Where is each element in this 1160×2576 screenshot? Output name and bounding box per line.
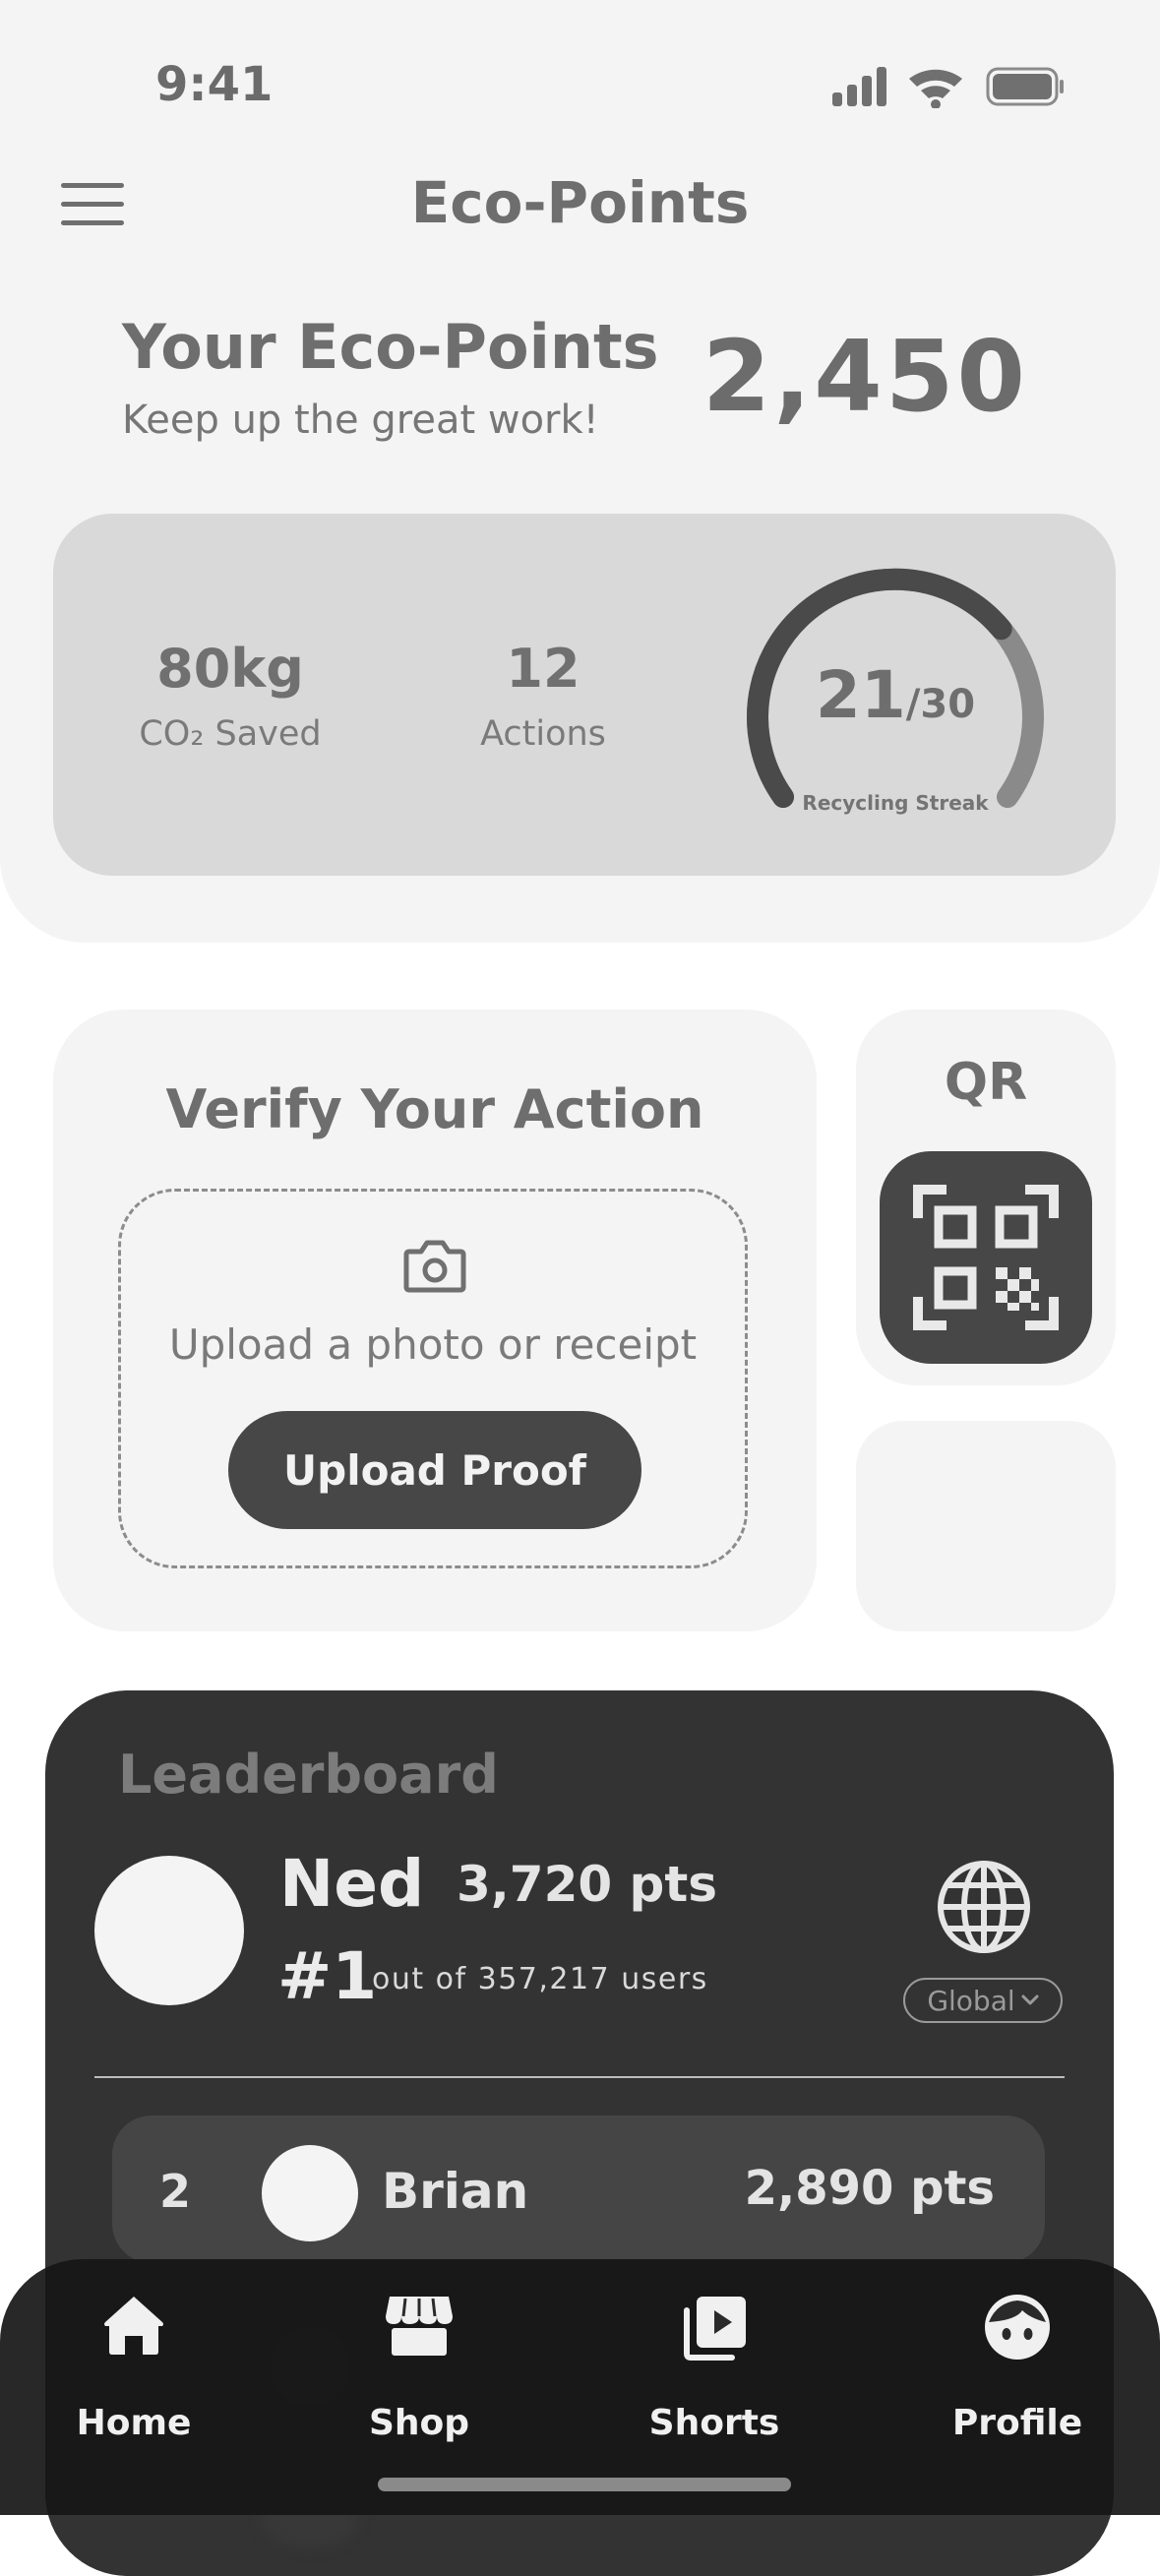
leaderboard-title: Leaderboard	[118, 1744, 499, 1806]
camera-icon	[403, 1240, 466, 1293]
tab-shop[interactable]: Shop	[321, 2293, 518, 2450]
row-points: 2,890 pts	[744, 2161, 995, 2216]
avatar	[262, 2145, 358, 2241]
battery-icon	[986, 67, 1064, 106]
qr-label: QR	[944, 1053, 1028, 1112]
status-time: 9:41	[155, 57, 274, 112]
wifi-icon	[909, 69, 962, 108]
scope-dropdown[interactable]: Global	[903, 1978, 1063, 2023]
tab-shop-label: Shop	[368, 2403, 470, 2443]
shorts-icon	[684, 2297, 746, 2361]
points-heading: Your Eco-Points	[122, 311, 659, 383]
avatar	[94, 1856, 244, 2005]
shop-icon	[386, 2297, 453, 2356]
tab-profile-label: Profile	[951, 2403, 1083, 2443]
qr-scan-button[interactable]	[880, 1151, 1092, 1364]
qr-code-icon	[913, 1185, 1059, 1330]
tab-shorts-label: Shorts	[648, 2403, 780, 2443]
chevron-down-icon	[1021, 1994, 1039, 2005]
streak-total: /30	[905, 682, 976, 727]
points-total: 2,450	[702, 319, 1028, 434]
my-name: Ned	[279, 1846, 425, 1922]
tab-shorts[interactable]: Shorts	[616, 2293, 813, 2450]
actions-label: Actions	[480, 714, 606, 754]
profile-icon	[985, 2295, 1050, 2360]
empty-widget-card	[856, 1421, 1116, 1631]
streak-label: Recycling Streak	[802, 791, 989, 815]
verify-title: Verify Your Action	[165, 1078, 704, 1140]
status-icons	[832, 67, 1064, 108]
streak-current: 21	[815, 657, 906, 733]
tab-home[interactable]: Home	[35, 2293, 232, 2450]
streak-value: 21/30	[738, 657, 1053, 733]
home-indicator	[378, 2478, 791, 2491]
row-rank: 2	[159, 2165, 192, 2218]
points-subtitle: Keep up the great work!	[122, 398, 599, 443]
actions-value: 12	[506, 638, 580, 700]
co2-label: CO₂ Saved	[139, 714, 322, 754]
signal-icon	[832, 67, 886, 106]
scope-value: Global	[927, 1984, 1015, 2017]
divider	[94, 2076, 1065, 2078]
my-points: 3,720 pts	[457, 1856, 718, 1913]
tab-profile[interactable]: Profile	[919, 2293, 1116, 2450]
my-rank: #1	[277, 1938, 378, 2014]
rank-out-of: out of 357,217 users	[372, 1962, 708, 1996]
globe-icon	[938, 1861, 1030, 1953]
page-title: Eco-Points	[410, 169, 750, 236]
tab-home-label: Home	[76, 2403, 192, 2443]
row-name: Brian	[382, 2163, 529, 2220]
upload-hint: Upload a photo or receipt	[168, 1320, 698, 1369]
upload-proof-button[interactable]: Upload Proof	[228, 1411, 641, 1529]
home-icon	[104, 2297, 163, 2355]
co2-value: 80kg	[156, 638, 304, 700]
